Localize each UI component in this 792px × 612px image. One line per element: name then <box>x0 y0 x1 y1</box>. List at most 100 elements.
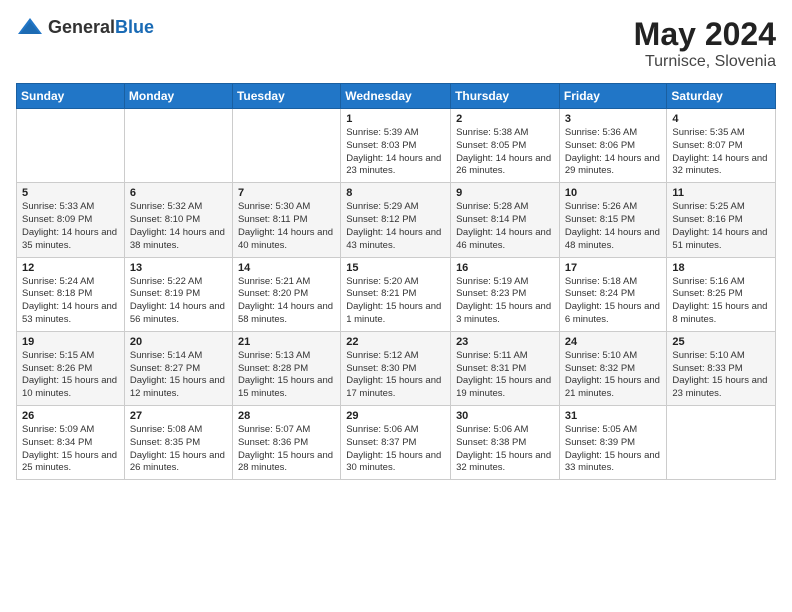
title-block: May 2024 Turnisce, Slovenia <box>634 16 776 71</box>
day-number: 8 <box>346 187 445 199</box>
calendar-cell: 22 Sunrise: 5:12 AM Sunset: 8:30 PM Dayli… <box>341 331 451 405</box>
day-number: 11 <box>672 187 770 199</box>
cell-content: Sunrise: 5:05 AM Sunset: 8:39 PM Dayligh… <box>565 424 662 475</box>
day-number: 7 <box>238 187 335 199</box>
calendar-cell: 23 Sunrise: 5:11 AM Sunset: 8:31 PM Dayli… <box>451 331 560 405</box>
logo-blue-text: Blue <box>115 17 154 37</box>
calendar-week-row: 12Sunrise: 5:24 AM Sunset: 8:18 PM Dayli… <box>17 257 776 331</box>
weekday-header-row: SundayMondayTuesdayWednesdayThursdayFrid… <box>17 84 776 109</box>
calendar-cell: 19 Sunrise: 5:15 AM Sunset: 8:26 PM Dayli… <box>17 331 125 405</box>
logo-icon <box>16 16 44 38</box>
day-number: 22 <box>346 336 445 348</box>
calendar-week-row: 1Sunrise: 5:39 AM Sunset: 8:03 PM Daylig… <box>17 109 776 183</box>
day-number: 14 <box>238 262 335 274</box>
calendar-cell: 21Sunrise: 5:13 AM Sunset: 8:28 PM Dayli… <box>232 331 340 405</box>
day-number: 4 <box>672 113 770 125</box>
calendar-cell: 8 Sunrise: 5:29 AM Sunset: 8:12 PM Daylig… <box>341 183 451 257</box>
day-number: 27 <box>130 410 227 422</box>
calendar-cell: 11 Sunrise: 5:25 AM Sunset: 8:16 PM Dayli… <box>667 183 776 257</box>
calendar-cell <box>17 109 125 183</box>
cell-content: Sunrise: 5:25 AM Sunset: 8:16 PM Dayligh… <box>672 201 770 252</box>
day-number: 30 <box>456 410 554 422</box>
cell-content: Sunrise: 5:12 AM Sunset: 8:30 PM Dayligh… <box>346 350 445 401</box>
cell-content: Sunrise: 5:10 AM Sunset: 8:33 PM Dayligh… <box>672 350 770 401</box>
calendar-cell: 25 Sunrise: 5:10 AM Sunset: 8:33 PM Dayli… <box>667 331 776 405</box>
weekday-header: Sunday <box>17 84 125 109</box>
weekday-header: Monday <box>124 84 232 109</box>
day-number: 15 <box>346 262 445 274</box>
calendar-cell: 16 Sunrise: 5:19 AM Sunset: 8:23 PM Dayli… <box>451 257 560 331</box>
day-number: 28 <box>238 410 335 422</box>
day-number: 20 <box>130 336 227 348</box>
calendar-cell: 30 Sunrise: 5:06 AM Sunset: 8:38 PM Dayli… <box>451 406 560 480</box>
cell-content: Sunrise: 5:33 AM Sunset: 8:09 PM Dayligh… <box>22 201 119 252</box>
calendar-cell: 7 Sunrise: 5:30 AM Sunset: 8:11 PM Daylig… <box>232 183 340 257</box>
logo-general-text: General <box>48 17 115 37</box>
cell-content: Sunrise: 5:15 AM Sunset: 8:26 PM Dayligh… <box>22 350 119 401</box>
calendar-cell: 18Sunrise: 5:16 AM Sunset: 8:25 PM Dayli… <box>667 257 776 331</box>
calendar-cell: 2 Sunrise: 5:38 AM Sunset: 8:05 PM Daylig… <box>451 109 560 183</box>
cell-content: Sunrise: 5:06 AM Sunset: 8:37 PM Dayligh… <box>346 424 445 475</box>
calendar-cell: 24Sunrise: 5:10 AM Sunset: 8:32 PM Dayli… <box>559 331 667 405</box>
day-number: 5 <box>22 187 119 199</box>
calendar-cell: 31 Sunrise: 5:05 AM Sunset: 8:39 PM Dayli… <box>559 406 667 480</box>
cell-content: Sunrise: 5:29 AM Sunset: 8:12 PM Dayligh… <box>346 201 445 252</box>
cell-content: Sunrise: 5:14 AM Sunset: 8:27 PM Dayligh… <box>130 350 227 401</box>
cell-content: Sunrise: 5:28 AM Sunset: 8:14 PM Dayligh… <box>456 201 554 252</box>
day-number: 2 <box>456 113 554 125</box>
cell-content: Sunrise: 5:32 AM Sunset: 8:10 PM Dayligh… <box>130 201 227 252</box>
day-number: 25 <box>672 336 770 348</box>
calendar-cell: 15 Sunrise: 5:20 AM Sunset: 8:21 PM Dayli… <box>341 257 451 331</box>
month-title: May 2024 <box>634 16 776 53</box>
day-number: 23 <box>456 336 554 348</box>
cell-content: Sunrise: 5:18 AM Sunset: 8:24 PM Dayligh… <box>565 276 662 327</box>
cell-content: Sunrise: 5:16 AM Sunset: 8:25 PM Dayligh… <box>672 276 770 327</box>
calendar-cell: 5 Sunrise: 5:33 AM Sunset: 8:09 PM Daylig… <box>17 183 125 257</box>
day-number: 24 <box>565 336 662 348</box>
day-number: 1 <box>346 113 445 125</box>
day-number: 21 <box>238 336 335 348</box>
cell-content: Sunrise: 5:30 AM Sunset: 8:11 PM Dayligh… <box>238 201 335 252</box>
day-number: 29 <box>346 410 445 422</box>
calendar-cell: 29 Sunrise: 5:06 AM Sunset: 8:37 PM Dayli… <box>341 406 451 480</box>
calendar-cell: 28Sunrise: 5:07 AM Sunset: 8:36 PM Dayli… <box>232 406 340 480</box>
day-number: 16 <box>456 262 554 274</box>
calendar-cell: 3 Sunrise: 5:36 AM Sunset: 8:06 PM Daylig… <box>559 109 667 183</box>
calendar-cell <box>124 109 232 183</box>
day-number: 17 <box>565 262 662 274</box>
cell-content: Sunrise: 5:11 AM Sunset: 8:31 PM Dayligh… <box>456 350 554 401</box>
cell-content: Sunrise: 5:21 AM Sunset: 8:20 PM Dayligh… <box>238 276 335 327</box>
calendar-week-row: 5 Sunrise: 5:33 AM Sunset: 8:09 PM Daylig… <box>17 183 776 257</box>
cell-content: Sunrise: 5:20 AM Sunset: 8:21 PM Dayligh… <box>346 276 445 327</box>
cell-content: Sunrise: 5:24 AM Sunset: 8:18 PM Dayligh… <box>22 276 119 327</box>
location-title: Turnisce, Slovenia <box>634 53 776 71</box>
weekday-header: Friday <box>559 84 667 109</box>
calendar-table: SundayMondayTuesdayWednesdayThursdayFrid… <box>16 83 776 480</box>
calendar-cell: 20 Sunrise: 5:14 AM Sunset: 8:27 PM Dayli… <box>124 331 232 405</box>
cell-content: Sunrise: 5:08 AM Sunset: 8:35 PM Dayligh… <box>130 424 227 475</box>
calendar-cell <box>667 406 776 480</box>
cell-content: Sunrise: 5:19 AM Sunset: 8:23 PM Dayligh… <box>456 276 554 327</box>
calendar-cell: 12Sunrise: 5:24 AM Sunset: 8:18 PM Dayli… <box>17 257 125 331</box>
cell-content: Sunrise: 5:06 AM Sunset: 8:38 PM Dayligh… <box>456 424 554 475</box>
page-header: GeneralBlue May 2024 Turnisce, Slovenia <box>16 16 776 71</box>
calendar-week-row: 19 Sunrise: 5:15 AM Sunset: 8:26 PM Dayli… <box>17 331 776 405</box>
cell-content: Sunrise: 5:26 AM Sunset: 8:15 PM Dayligh… <box>565 201 662 252</box>
calendar-cell: 14 Sunrise: 5:21 AM Sunset: 8:20 PM Dayli… <box>232 257 340 331</box>
day-number: 31 <box>565 410 662 422</box>
cell-content: Sunrise: 5:38 AM Sunset: 8:05 PM Dayligh… <box>456 127 554 178</box>
day-number: 19 <box>22 336 119 348</box>
day-number: 3 <box>565 113 662 125</box>
day-number: 9 <box>456 187 554 199</box>
calendar-week-row: 26Sunrise: 5:09 AM Sunset: 8:34 PM Dayli… <box>17 406 776 480</box>
calendar-cell: 1Sunrise: 5:39 AM Sunset: 8:03 PM Daylig… <box>341 109 451 183</box>
weekday-header: Saturday <box>667 84 776 109</box>
cell-content: Sunrise: 5:22 AM Sunset: 8:19 PM Dayligh… <box>130 276 227 327</box>
weekday-header: Wednesday <box>341 84 451 109</box>
calendar-cell: 9 Sunrise: 5:28 AM Sunset: 8:14 PM Daylig… <box>451 183 560 257</box>
weekday-header: Thursday <box>451 84 560 109</box>
cell-content: Sunrise: 5:09 AM Sunset: 8:34 PM Dayligh… <box>22 424 119 475</box>
calendar-cell: 13Sunrise: 5:22 AM Sunset: 8:19 PM Dayli… <box>124 257 232 331</box>
cell-content: Sunrise: 5:35 AM Sunset: 8:07 PM Dayligh… <box>672 127 770 178</box>
cell-content: Sunrise: 5:36 AM Sunset: 8:06 PM Dayligh… <box>565 127 662 178</box>
